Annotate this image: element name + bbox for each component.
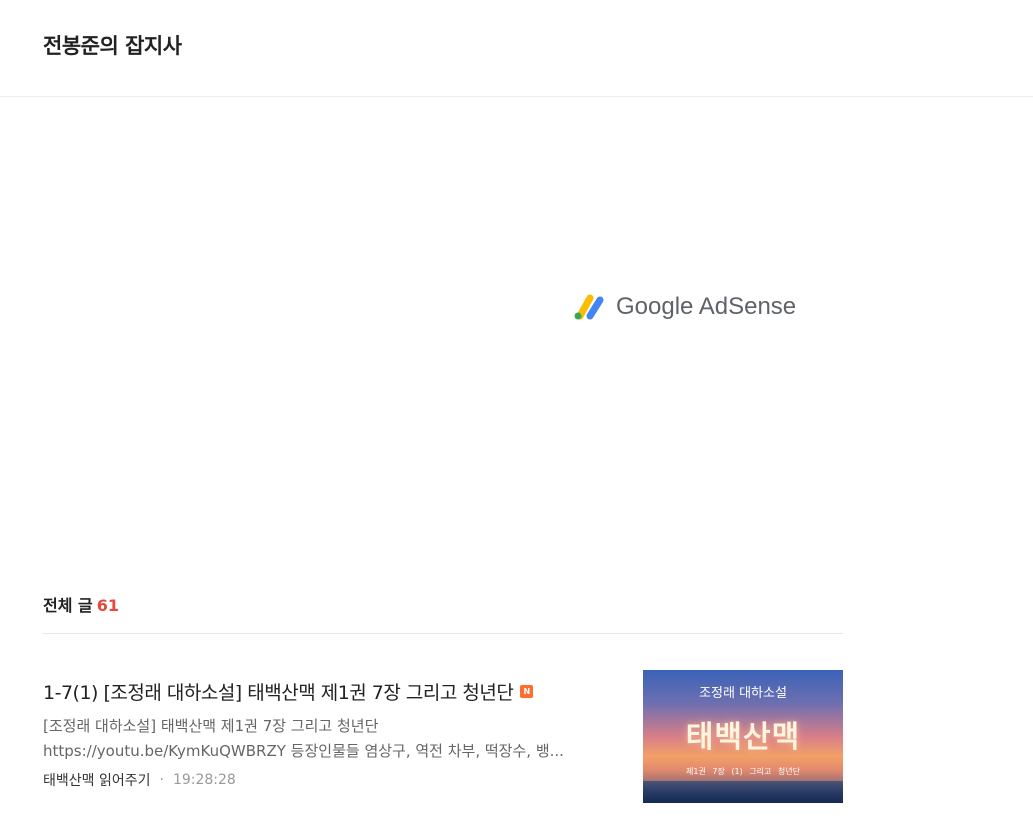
adsense-logo-icon [574,294,604,320]
adsense-placeholder[interactable]: Google AdSense [572,291,796,323]
post-count: 61 [96,596,119,615]
new-badge-icon: N [520,684,534,698]
post-thumbnail[interactable]: 조정래 대하소설 태백산맥 제1권 7장 (1) 그리고 청년단 [643,670,843,803]
post-title-link[interactable]: 1-7(1) [조정래 대하소설] 태백산맥 제1권 7장 그리고 청년단 [43,678,514,705]
post-summary-line: [조정래 대하소설] 태백산맥 제1권 7장 그리고 청년단 [43,717,379,735]
post-list-header: 전체 글 61 [43,592,843,634]
thumbnail-subtitle: 조정래 대하소설 [699,686,787,701]
thumbnail-footer: 제1권 7장 (1) 그리고 청년단 [686,767,800,776]
post-time: 19:28:28 [172,772,236,788]
blog-header: 전봉준의 잡지사 [0,0,1033,97]
post-category-link[interactable]: 태백산맥 읽어주기 [43,770,151,790]
post-summary-line: https://youtu.be/KymKuQWBRZY 등장인물들 염상구, … [43,742,564,760]
blog-title-link[interactable]: 전봉준의 잡지사 [43,30,182,60]
post-meta: 태백산맥 읽어주기 · 19:28:28 [43,770,603,790]
ad-area[interactable]: Google AdSense [0,98,1033,548]
post-summary[interactable]: [조정래 대하소설] 태백산맥 제1권 7장 그리고 청년단 https://y… [43,714,588,764]
post-title-row: 1-7(1) [조정래 대하소설] 태백산맥 제1권 7장 그리고 청년단 N [43,670,603,712]
thumbnail-title: 태백산맥 [685,720,801,755]
adsense-text: Google AdSense [616,293,797,320]
thumbnail-sea [643,781,843,803]
meta-separator: · [159,772,164,788]
list-item[interactable]: 1-7(1) [조정래 대하소설] 태백산맥 제1권 7장 그리고 청년단 N … [43,670,843,805]
post-text: 1-7(1) [조정래 대하소설] 태백산맥 제1권 7장 그리고 청년단 N … [43,670,603,790]
post-list-label: 전체 글 [43,596,93,615]
